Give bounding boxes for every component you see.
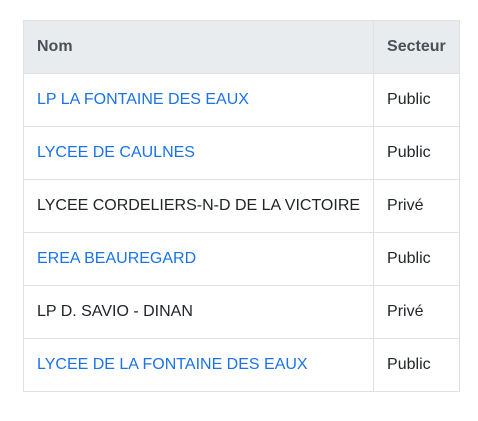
table-header: Nom Secteur	[22, 20, 460, 74]
school-name-cell: LYCEE DE CAULNES	[22, 126, 375, 180]
sector-cell: Public	[373, 73, 460, 127]
schools-table: Nom Secteur LP LA FONTAINE DES EAUX Publ…	[22, 20, 460, 392]
school-name-cell: LYCEE CORDELIERS-N-D DE LA VICTOIRE	[22, 179, 375, 233]
sector-cell: Public	[373, 126, 460, 180]
schools-table-container: Nom Secteur LP LA FONTAINE DES EAUX Publ…	[22, 20, 460, 392]
school-name-cell: LYCEE DE LA FONTAINE DES EAUX	[22, 338, 375, 392]
column-header-name: Nom	[22, 20, 375, 74]
school-name: LP D. SAVIO - DINAN	[37, 303, 193, 320]
school-link[interactable]: LYCEE DE LA FONTAINE DES EAUX	[37, 356, 308, 373]
table-row: LYCEE DE CAULNES Public	[22, 126, 460, 180]
school-link[interactable]: LP LA FONTAINE DES EAUX	[37, 91, 249, 108]
school-name-cell: LP LA FONTAINE DES EAUX	[22, 73, 375, 127]
school-link[interactable]: LYCEE DE CAULNES	[37, 144, 195, 161]
school-link[interactable]: EREA BEAUREGARD	[37, 250, 196, 267]
table-header-row: Nom Secteur	[22, 20, 460, 74]
table-row: LYCEE DE LA FONTAINE DES EAUX Public	[22, 338, 460, 392]
sector-cell: Privé	[373, 179, 460, 233]
school-name-cell: EREA BEAUREGARD	[22, 232, 375, 286]
column-header-sector: Secteur	[373, 20, 460, 74]
sector-cell: Public	[373, 338, 460, 392]
sector-cell: Privé	[373, 285, 460, 339]
school-name-cell: LP D. SAVIO - DINAN	[22, 285, 375, 339]
table-row: LYCEE CORDELIERS-N-D DE LA VICTOIRE Priv…	[22, 179, 460, 233]
table-row: EREA BEAUREGARD Public	[22, 232, 460, 286]
table-body: LP LA FONTAINE DES EAUX Public LYCEE DE …	[22, 73, 460, 392]
table-row: LP LA FONTAINE DES EAUX Public	[22, 73, 460, 127]
table-row: LP D. SAVIO - DINAN Privé	[22, 285, 460, 339]
school-name: LYCEE CORDELIERS-N-D DE LA VICTOIRE	[37, 197, 361, 214]
sector-cell: Public	[373, 232, 460, 286]
